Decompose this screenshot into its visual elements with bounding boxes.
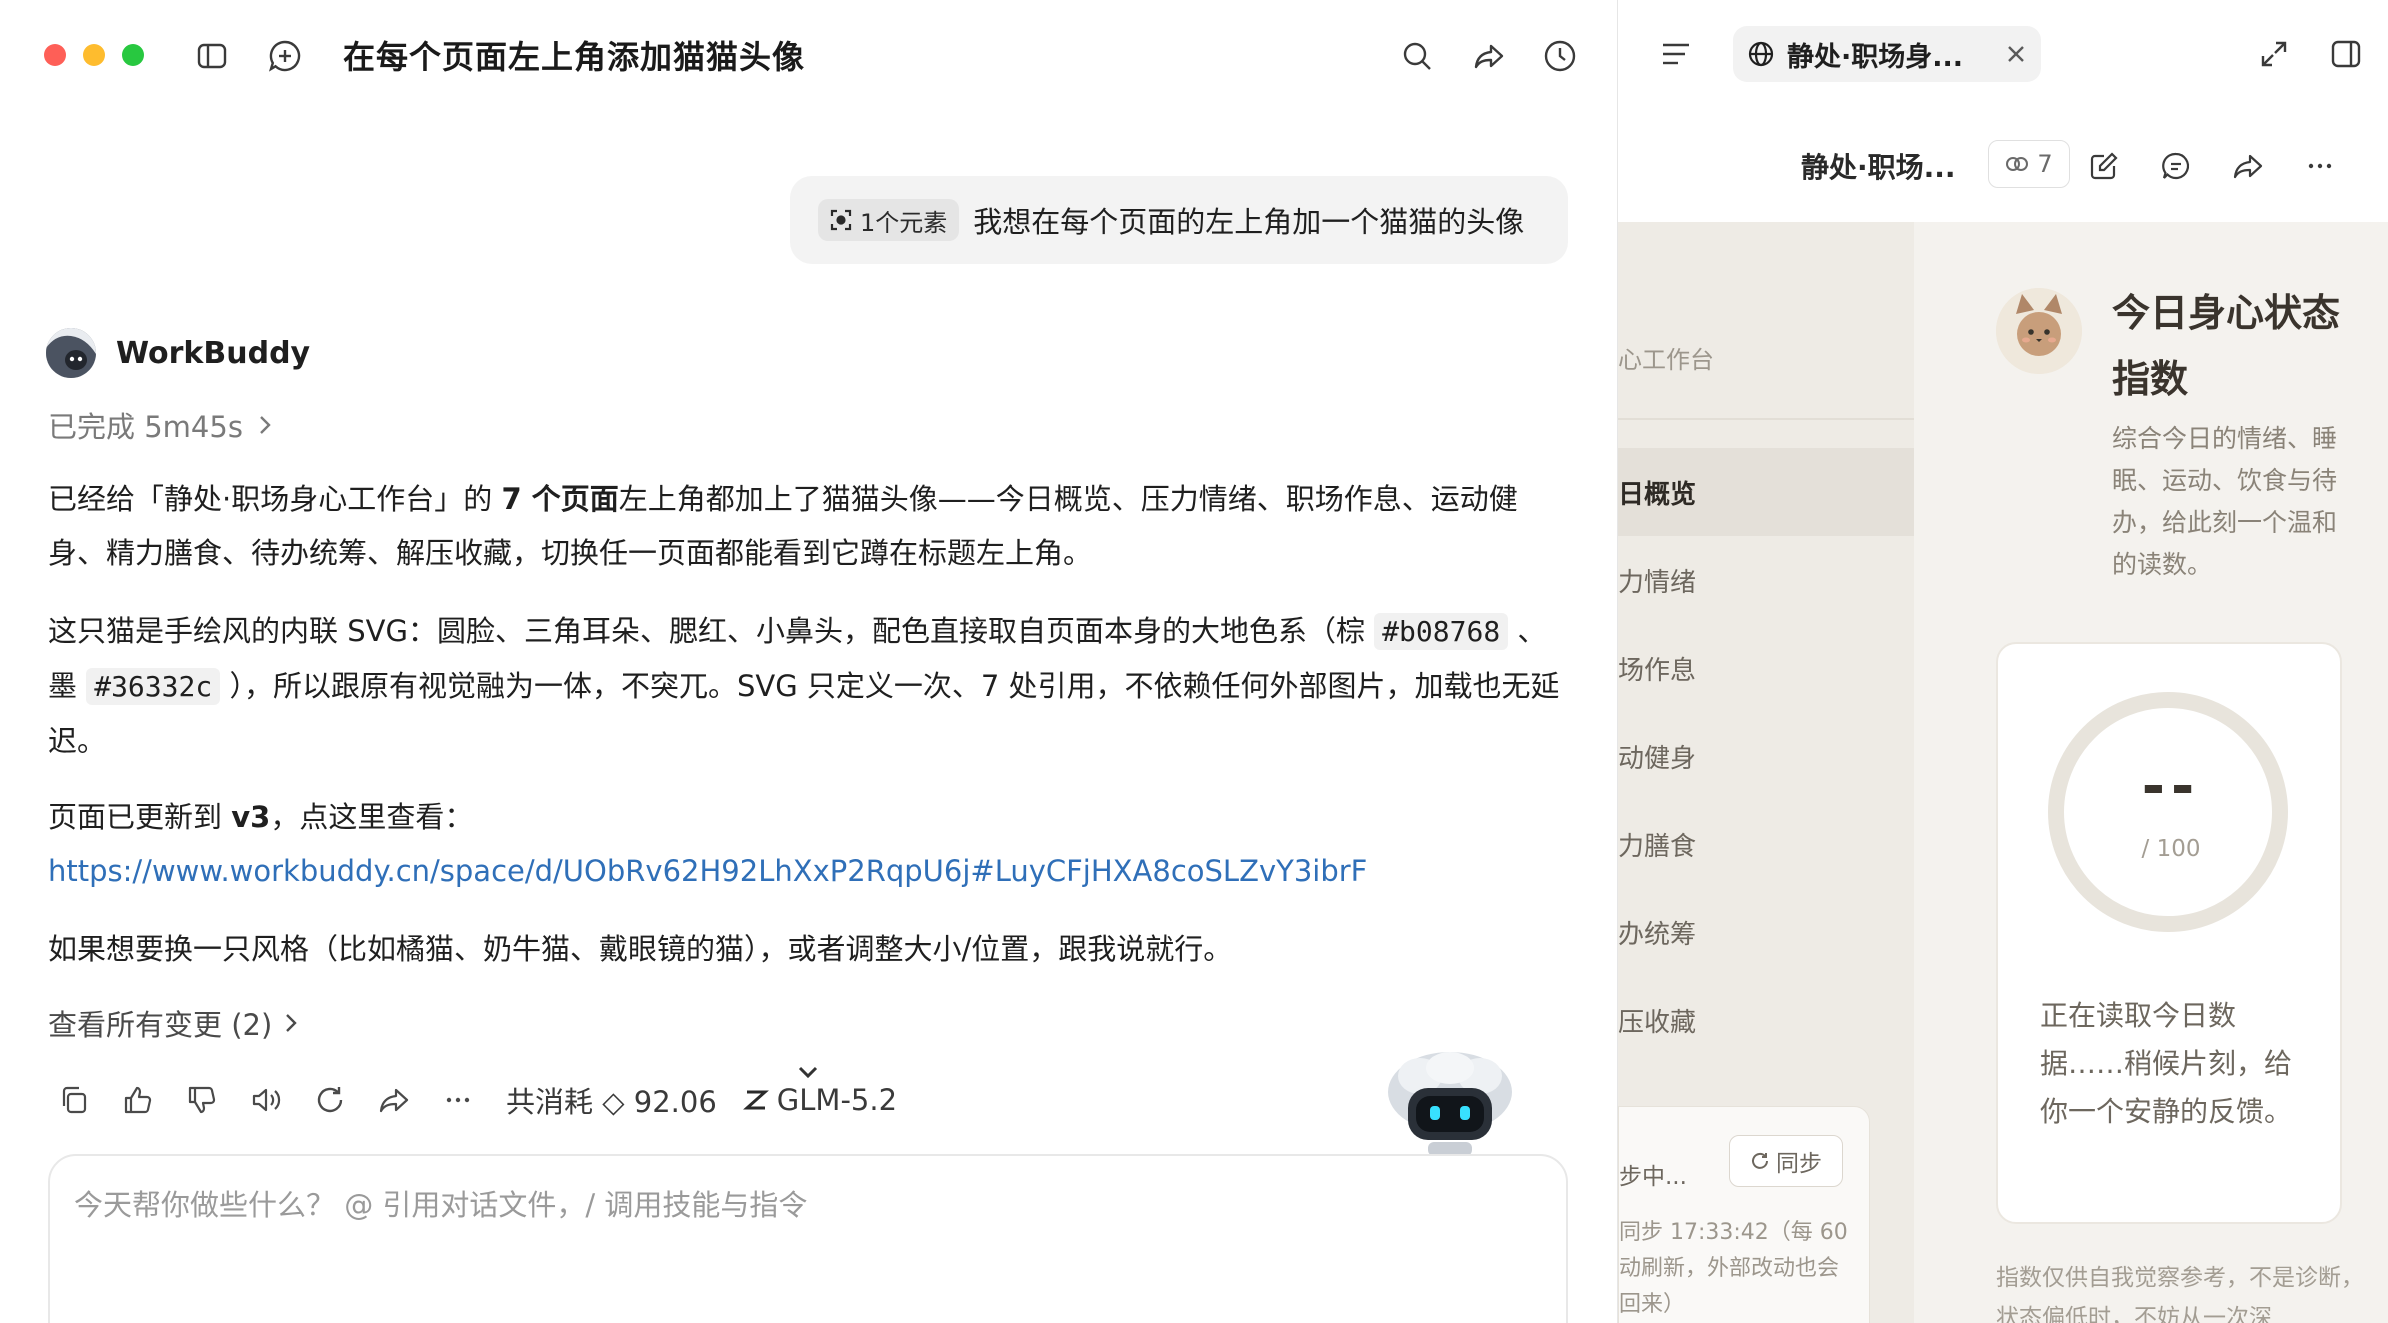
nav-item-diet[interactable]: 力膳食 [1618,800,1914,888]
globe-icon [1748,41,1774,67]
nav-item-stress[interactable]: 力情绪 [1618,536,1914,624]
response-text: 已经给「静处·职场身心工作台」的 [48,482,502,516]
response-paragraph-2: 这只猫是手绘风的内联 SVG：圆脸、三角耳朵、腮红、小鼻头，配色直接取自页面本身… [48,604,1568,768]
more-icon[interactable] [436,1078,480,1122]
edit-icon[interactable] [2084,146,2124,186]
chat-title: 在每个页面左上角添加猫猫头像 [343,38,806,76]
score-card: -- / 100 正在读取今日数据……稍候片刻，给你一个安静的反馈。 [1996,642,2342,1224]
robot-mascot [1380,1046,1520,1156]
usage-value: 92.06 [633,1085,717,1119]
tab-title: 静处·职场身... [1787,41,1964,73]
disclaimer: 指数仅供自我觉察参考，不是诊断，状态偏低时，不妨从一次深 [1996,1265,2364,1323]
task-status[interactable]: 已完成 5m45s [48,404,273,446]
chevron-right-icon [260,416,271,434]
preview-sidebar: 心工作台 日概览 力情绪 场作息 动健身 力膳食 办统筹 压收藏 步中... 同… [1618,222,1914,1323]
composer [48,1154,1568,1323]
sync-status: 步中... [1619,1164,1687,1190]
diamond-icon: ◇ [602,1085,625,1119]
agent-avatar [46,328,96,378]
page-preview: 心工作台 日概览 力情绪 场作息 动健身 力膳食 办统筹 压收藏 步中... 同… [1618,222,2388,1323]
sync-button-label: 同步 [1776,1151,1822,1177]
more-icon[interactable] [2300,146,2340,186]
search-icon[interactable] [1397,36,1437,76]
refresh-icon [1752,1152,1768,1169]
sync-card: 步中... 同步 同步 17:33:42（每 60 动刷新，外部改动也会 回来） [1618,1106,1870,1323]
menu-icon[interactable] [1656,36,1696,72]
preview-pane: 静处·职场身... 静处·职场... 7 心工作台 日概览 力情绪 场作息 动健… [1617,0,2388,1323]
usage-label: 共消耗 [506,1085,594,1119]
sidebar-toggle-icon[interactable] [192,36,232,76]
nav-item-favorites[interactable]: 压收藏 [1618,976,1914,1064]
window-close-button[interactable] [44,44,66,66]
model-name: GLM-5.2 [776,1083,898,1117]
tab-preview[interactable]: 静处·职场身... [1733,26,2041,82]
close-icon[interactable] [2005,43,2027,65]
mood-description: 综合今日的情绪、睡眠、运动、饮食与待办，给此刻一个温和的读数。 [2112,424,2338,579]
model-info[interactable]: GLM-5.2 [742,1083,898,1117]
page-link[interactable]: https://www.workbuddy.cn/space/d/UObRv62… [48,854,1367,888]
nav-item-routine[interactable]: 场作息 [1618,624,1914,712]
response-paragraph-3: 页面已更新到 v3，点这里查看： https://www.workbuddy.c… [48,790,1568,898]
user-message-text: 我想在每个页面的左上角加一个猫猫的头像 [973,205,1525,239]
composer-input[interactable] [74,1188,1514,1222]
model-logo-icon [742,1090,769,1110]
sync-button[interactable]: 同步 [1729,1135,1843,1187]
copy-icon[interactable] [52,1078,96,1122]
nav-item-todo[interactable]: 办统筹 [1618,888,1914,976]
link-icon [2006,157,2029,171]
thumbs-down-icon[interactable] [180,1078,224,1122]
message-actions: 共消耗 ◇ 92.06 GLM-5.2 [52,1078,897,1122]
speaker-icon[interactable] [244,1078,288,1122]
view-changes-link[interactable]: 查看所有变更 (2) [48,1002,298,1044]
response-text: 页面已更新到 [48,800,232,834]
score-value: -- [2141,754,2201,819]
response-paragraph-1: 已经给「静处·职场身心工作台」的 7 个页面左上角都加上了猫猫头像——今日概览、… [48,472,1568,580]
collaborators-badge[interactable]: 7 [1988,140,2070,188]
response-bold: v3 [231,800,271,834]
scroll-down-icon[interactable] [790,1058,826,1088]
panel-toggle-icon[interactable] [2326,36,2366,72]
sidebar-brand: 心工作台 [1618,346,1714,374]
response-text: ），所以跟原有视觉融为一体，不突兀。SVG 只定义一次、7 处引用，不依赖任何外… [48,669,1560,758]
cat-avatar [1996,288,2082,374]
chat-pane: 在每个页面左上角添加猫猫头像 1个元素 我想在每个页面的左上角加一个猫猫的头像 … [0,0,1617,1323]
window-maximize-button[interactable] [122,44,144,66]
focus-icon [830,209,852,231]
nav-item-overview[interactable]: 日概览 [1618,448,1914,536]
share-icon[interactable] [2228,146,2268,186]
element-chip-label: 1个元素 [860,208,948,237]
window-minimize-button[interactable] [83,44,105,66]
divider [1618,418,1914,420]
thumbs-up-icon[interactable] [116,1078,160,1122]
title-bar: 在每个页面左上角添加猫猫头像 [0,0,1617,110]
comment-icon[interactable] [2156,146,2196,186]
response-paragraph-4: 如果想要换一只风格（比如橘猫、奶牛猫、戴眼镜的猫），或者调整大小/位置，跟我说就… [48,932,1233,966]
response-bold: 7 个页面 [501,482,619,516]
new-chat-icon[interactable] [265,36,305,76]
usage-info: 共消耗 ◇ 92.06 [506,1079,717,1121]
color-code-ink: #36332c [86,668,221,705]
sync-time: 同步 17:33:42（每 60 动刷新，外部改动也会 回来） [1619,1220,1848,1317]
agent-name: WorkBuddy [116,336,311,371]
share-icon[interactable] [372,1078,416,1122]
mood-title: 今日身心状态指数 [2112,291,2341,401]
loading-text: 正在读取今日数据……稍候片刻，给你一个安静的反馈。 [2040,999,2293,1128]
task-status-text: 已完成 5m45s [48,410,243,444]
view-changes-label: 查看所有变更 (2) [48,1008,273,1042]
regenerate-icon[interactable] [308,1078,352,1122]
response-text: ，点这里查看： [270,800,474,834]
share-icon[interactable] [1469,36,1509,76]
expand-icon[interactable] [2254,36,2294,72]
history-icon[interactable] [1540,36,1580,76]
nav-item-fitness[interactable]: 动健身 [1618,712,1914,800]
document-title: 静处·职场... [1801,151,1956,184]
user-message-bubble: 1个元素 我想在每个页面的左上角加一个猫猫的头像 [790,176,1568,264]
response-text: 这只猫是手绘风的内联 SVG：圆脸、三角耳朵、腮红、小鼻头，配色直接取自页面本身… [48,614,1375,648]
color-code-brown: #b08768 [1374,613,1509,650]
chevron-right-icon [286,1014,298,1032]
collaborators-count: 7 [2037,150,2053,178]
score-max: / 100 [2141,836,2201,862]
element-reference-chip[interactable]: 1个元素 [818,199,960,241]
